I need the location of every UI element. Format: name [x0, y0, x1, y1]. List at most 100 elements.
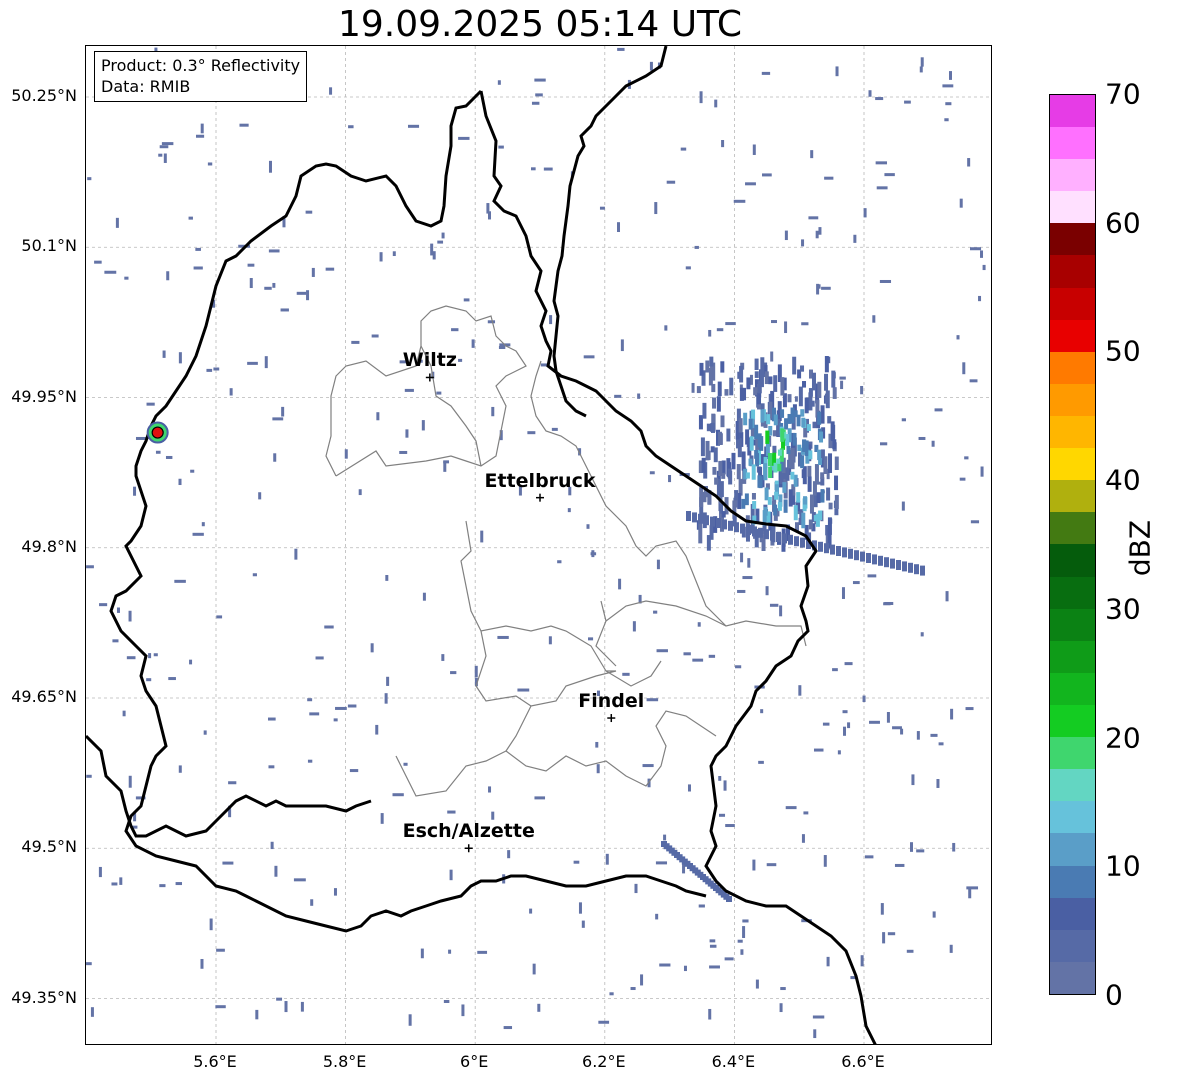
- echo-pixel: [567, 508, 571, 513]
- echo-pixel: [802, 439, 807, 452]
- echo-pixel: [761, 71, 771, 75]
- echo-pixel: [159, 884, 166, 888]
- echo-pixel: [969, 379, 978, 383]
- echo-pixel: [640, 974, 644, 986]
- echo-pixel: [700, 437, 705, 457]
- city-marker: [607, 714, 616, 723]
- echo-pixel: [721, 511, 726, 518]
- echo-pixel: [916, 731, 920, 740]
- echo-pixel: [155, 450, 161, 454]
- echo-pixel: [709, 965, 720, 969]
- echo-pixel: [315, 656, 324, 660]
- echo-pixel: [729, 377, 734, 396]
- echo-pixel: [790, 471, 795, 480]
- echo-pixel: [741, 498, 746, 509]
- radar-map[interactable]: Wiltz Ettelbruck Findel Esch/Alzette: [85, 45, 992, 1045]
- echo-pixel: [837, 750, 841, 755]
- echo-pixel: [203, 730, 207, 735]
- echo-pixel: [751, 409, 756, 420]
- echo-pixel: [207, 162, 213, 166]
- echo-pixel: [959, 477, 966, 481]
- echo-pixel: [766, 863, 777, 867]
- colorbar-segment: [1050, 223, 1095, 256]
- echo-pixel: [458, 358, 463, 362]
- echo-pixel: [820, 489, 825, 503]
- echo-pixel: [637, 393, 641, 399]
- echo-pixel: [896, 560, 901, 570]
- echo-pixel: [458, 136, 470, 140]
- echo-pixel: [112, 639, 119, 643]
- echo-pixel: [222, 861, 234, 865]
- echo-pixel: [785, 806, 797, 810]
- echo-pixel: [807, 465, 812, 477]
- echo-pixel: [708, 654, 716, 658]
- colorbar-segment: [1050, 255, 1095, 288]
- germany-border: [552, 46, 668, 418]
- echo-pixel: [901, 501, 905, 511]
- city-marker: [536, 493, 544, 502]
- canton-boundary: [325, 305, 527, 477]
- echo-pixel: [880, 903, 884, 915]
- echo-pixel: [422, 592, 426, 601]
- echo-pixel: [735, 665, 742, 669]
- echo-pixel: [826, 487, 831, 501]
- echo-pixel: [699, 362, 704, 376]
- canton-boundary: [460, 520, 662, 687]
- echo-pixel: [630, 987, 636, 991]
- echo-pixel: [769, 603, 779, 607]
- echo-pixel: [774, 491, 779, 500]
- echo-pixel: [784, 321, 788, 334]
- echo-pixel: [174, 579, 186, 583]
- echo-pixel: [656, 649, 668, 653]
- echo-pixel: [787, 394, 792, 403]
- echo-pixel: [358, 489, 362, 496]
- echo-pixel: [840, 380, 844, 390]
- echo-pixel: [192, 532, 204, 536]
- echo-pixel: [535, 93, 543, 97]
- echo-pixel: [268, 765, 275, 769]
- echo-pixel: [811, 372, 816, 391]
- luxembourg-border: [109, 89, 707, 933]
- echo-pixel: [163, 153, 167, 163]
- echo-pixel: [956, 335, 960, 340]
- echo-pixel: [839, 376, 846, 380]
- colorbar-segment: [1050, 287, 1095, 320]
- lon-tick-label: 6.6°E: [841, 1052, 885, 1071]
- echo-pixel: [178, 765, 182, 773]
- echo-pixel: [351, 340, 360, 344]
- echo-pixel: [792, 432, 797, 446]
- echo-pixel: [349, 769, 359, 773]
- echo-pixel: [716, 328, 724, 332]
- echo-pixel: [834, 475, 839, 491]
- echo-pixel: [104, 270, 117, 274]
- echo-pixel: [702, 402, 707, 419]
- echo-pixel: [737, 589, 746, 593]
- echo-pixel: [967, 158, 971, 167]
- colorbar-segment: [1050, 480, 1095, 513]
- echo-pixel: [168, 677, 176, 681]
- echo-pixel: [879, 442, 888, 446]
- echo-pixel: [948, 71, 952, 80]
- echo-pixel: [530, 167, 536, 171]
- echo-pixel: [407, 124, 420, 128]
- echo-pixel: [749, 436, 754, 451]
- echo-pixel: [86, 565, 94, 569]
- echo-pixel: [942, 84, 954, 88]
- echo-pixel: [654, 202, 658, 215]
- echo-pixel: [498, 346, 506, 350]
- echo-pixel: [780, 987, 786, 991]
- echo-pixel: [745, 182, 756, 186]
- echo-pixel: [726, 428, 731, 442]
- radar-echoes: [86, 47, 986, 1039]
- echo-pixel: [872, 315, 876, 323]
- echo-pixel: [784, 230, 788, 241]
- echo-pixel: [744, 493, 749, 506]
- echo-pixel: [247, 263, 255, 267]
- echo-pixel: [813, 748, 824, 752]
- echo-pixel: [705, 440, 710, 461]
- echo-pixel: [952, 842, 956, 852]
- colorbar-segment: [1050, 769, 1095, 802]
- echo-pixel: [209, 918, 213, 931]
- echo-pixel: [497, 635, 509, 639]
- echo-pixel: [701, 457, 706, 473]
